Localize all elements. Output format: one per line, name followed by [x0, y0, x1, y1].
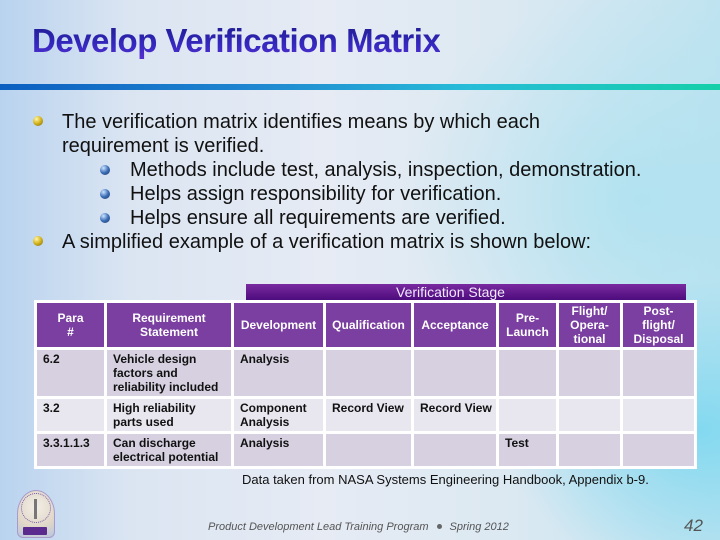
bullet-item: A simplified example of a verification m… — [30, 230, 710, 254]
verification-matrix-table: Para # Requirement Statement Development Qual… — [34, 300, 697, 469]
table-cell — [496, 396, 559, 434]
table-cell: Can discharge electrical potential — [104, 431, 234, 469]
bullet-text: A simplified example of a verification m… — [62, 231, 592, 253]
table-cell: Analysis — [231, 431, 326, 469]
table-cell — [556, 431, 623, 469]
column-header-line: Disposal — [633, 332, 684, 346]
column-header-line: Acceptance — [421, 318, 489, 332]
column-header: Post-flight/Disposal — [620, 300, 697, 350]
bullet-text-cont: requirement is verified. — [62, 135, 265, 157]
table-row: 3.2 High reliability parts used Component … — [34, 396, 697, 434]
column-header: Acceptance — [411, 300, 499, 350]
blue-bullet-icon — [100, 165, 110, 175]
column-header-line: flight/ — [642, 318, 675, 332]
sub-bullet-text: Helps assign responsibility for verifica… — [130, 183, 502, 205]
title-divider — [0, 84, 720, 90]
table-cell: Vehicle design factors and reliability i… — [104, 347, 234, 399]
blue-bullet-icon — [100, 189, 110, 199]
slide-title: Develop Verification Matrix — [32, 22, 441, 59]
column-header: Qualification — [323, 300, 414, 350]
column-header: Development — [231, 300, 326, 350]
sub-bullet-item: Helps ensure all requirements are verifi… — [30, 206, 710, 230]
program-seal-logo — [17, 490, 55, 538]
bullet-separator-icon — [436, 524, 442, 530]
footer-term: Spring 2012 — [449, 521, 509, 533]
table-cell — [556, 347, 623, 399]
column-header-line: Launch — [506, 325, 549, 339]
column-header-line: Requirement — [132, 311, 206, 325]
bullet-text: The verification matrix identifies means… — [62, 111, 540, 133]
table-cell — [620, 431, 697, 469]
table-cell: Component Analysis — [231, 396, 326, 434]
gold-bullet-icon — [33, 236, 43, 246]
column-header-line: Flight/ — [571, 304, 608, 318]
table-cell: Record View — [323, 396, 414, 434]
column-header: Pre- Launch — [496, 300, 559, 350]
footer-text: Product Development Lead Training Progra… — [208, 521, 509, 533]
bullet-list: The verification matrix identifies means… — [30, 110, 710, 254]
table-cell: High reliability parts used — [104, 396, 234, 434]
table-cell: Record View — [411, 396, 499, 434]
column-header-line: Development — [240, 318, 317, 332]
table-cell: 3.2 — [34, 396, 107, 434]
table-cell — [620, 396, 697, 434]
table-cell — [556, 396, 623, 434]
verification-stage-band: Verification Stage — [246, 284, 686, 301]
column-header-line: Post- — [643, 304, 674, 318]
column-header-line: Statement — [139, 325, 198, 339]
footer-program: Product Development Lead Training Progra… — [208, 521, 429, 533]
sub-bullet-item: Helps assign responsibility for verifica… — [30, 182, 710, 206]
seal-banner — [23, 527, 47, 535]
rocket-icon — [34, 499, 37, 519]
table-cell: Analysis — [231, 347, 326, 399]
sub-bullet-item: Methods include test, analysis, inspecti… — [30, 158, 710, 182]
blue-bullet-icon — [100, 213, 110, 223]
source-note: Data taken from NASA Systems Engineering… — [242, 472, 649, 487]
column-header: Requirement Statement — [104, 300, 234, 350]
table-cell: 3.3.1.1.3 — [34, 431, 107, 469]
column-header-line: Opera- — [570, 318, 609, 332]
table-row: 6.2 Vehicle design factors and reliabilit… — [34, 347, 697, 399]
table-cell — [496, 347, 559, 399]
column-header-line: Para — [57, 311, 84, 325]
table-cell — [411, 347, 499, 399]
column-header-line: Qualification — [332, 318, 405, 332]
table-cell: Test — [496, 431, 559, 469]
table-cell: 6.2 — [34, 347, 107, 399]
sub-bullet-text: Methods include test, analysis, inspecti… — [130, 159, 642, 181]
table-cell — [411, 431, 499, 469]
column-header: Flight/Opera-tional — [556, 300, 623, 350]
table-row: 3.3.1.1.3 Can discharge electrical potent… — [34, 431, 697, 469]
gold-bullet-icon — [33, 116, 43, 126]
table-body: 6.2 Vehicle design factors and reliabilit… — [34, 347, 697, 469]
table-cell — [323, 431, 414, 469]
column-header-line: # — [67, 325, 74, 339]
bullet-item: The verification matrix identifies means… — [30, 110, 710, 158]
table-cell — [620, 347, 697, 399]
column-header: Para # — [34, 300, 107, 350]
table-cell — [323, 347, 414, 399]
verification-stage-label: Verification Stage — [396, 284, 505, 300]
sub-bullet-text: Helps ensure all requirements are verifi… — [130, 207, 506, 229]
column-header-line: tional — [573, 332, 606, 346]
table-header-row: Para # Requirement Statement Development Qual… — [34, 300, 697, 350]
column-header-line: Pre- — [515, 311, 540, 325]
page-number: 42 — [684, 516, 703, 535]
